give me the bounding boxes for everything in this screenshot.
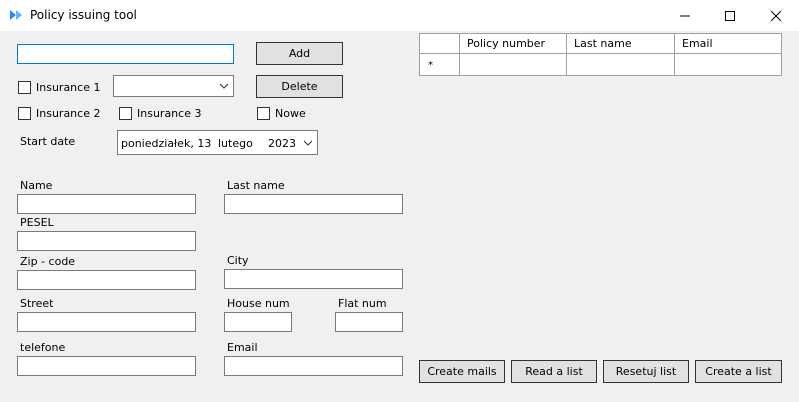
name-label: Name [20, 179, 53, 192]
date-month-text: lutego [218, 137, 253, 150]
column-header-last-name[interactable]: Last name [567, 34, 675, 54]
grid-cell[interactable] [675, 54, 781, 75]
insurance1-label: Insurance 1 [36, 81, 101, 94]
city-label: City [227, 254, 249, 267]
date-day-text: poniedziałek, 13 [121, 137, 212, 150]
last-name-input[interactable] [224, 194, 403, 214]
pesel-label: PESEL [20, 216, 54, 229]
window-title: Policy issuing tool [30, 8, 137, 22]
flat-num-label: Flat num [338, 297, 387, 310]
zip-input[interactable] [17, 270, 196, 290]
maximize-button[interactable] [707, 0, 753, 31]
flat-num-input[interactable] [335, 312, 403, 332]
minimize-icon [680, 15, 690, 16]
new-row-marker: * [420, 54, 460, 75]
reset-list-button[interactable]: Resetuj list [603, 360, 689, 383]
telefone-input[interactable] [17, 356, 196, 376]
city-input[interactable] [224, 269, 403, 289]
insurance2-label: Insurance 2 [36, 107, 101, 120]
street-input[interactable] [17, 312, 196, 332]
insurance3-checkbox[interactable] [119, 107, 132, 120]
insurance1-checkbox[interactable] [18, 81, 31, 94]
house-num-input[interactable] [224, 312, 292, 332]
app-icon [10, 10, 22, 20]
maximize-icon [725, 10, 735, 21]
column-header-email[interactable]: Email [675, 34, 781, 54]
chevron-down-icon [219, 83, 229, 89]
grid-cell[interactable] [460, 54, 567, 75]
close-button[interactable] [753, 0, 799, 31]
telefone-label: telefone [20, 341, 66, 354]
row-header-corner [420, 34, 460, 54]
insurance3-label: Insurance 3 [137, 107, 202, 120]
zip-label: Zip - code [20, 255, 76, 268]
name-input[interactable] [17, 194, 196, 214]
add-button[interactable]: Add [256, 42, 343, 65]
last-name-label: Last name [227, 179, 285, 192]
pesel-input[interactable] [17, 231, 196, 251]
house-num-label: House num [227, 297, 290, 310]
close-icon [770, 10, 782, 21]
start-date-label: Start date [20, 135, 76, 148]
policy-input[interactable] [17, 44, 234, 64]
chevron-down-icon [303, 140, 313, 146]
minimize-button[interactable] [662, 0, 708, 31]
grid-cell[interactable] [567, 54, 675, 75]
start-date-picker[interactable]: poniedziałek, 13 lutego 2023 [117, 130, 318, 155]
email-input[interactable] [224, 356, 403, 376]
insurance2-checkbox[interactable] [18, 107, 31, 120]
create-list-button[interactable]: Create a list [695, 360, 782, 383]
policy-grid[interactable]: Policy number Last name Email * [419, 33, 782, 76]
date-year-text: 2023 [268, 137, 296, 150]
title-bar: Policy issuing tool [0, 0, 799, 31]
nowe-label: Nowe [275, 107, 306, 120]
nowe-checkbox[interactable] [257, 107, 270, 120]
create-mails-button[interactable]: Create mails [419, 360, 505, 383]
street-label: Street [20, 297, 54, 310]
insurance1-select[interactable] [113, 75, 234, 97]
delete-button[interactable]: Delete [256, 75, 343, 98]
column-header-policy-number[interactable]: Policy number [460, 34, 567, 54]
read-list-button[interactable]: Read a list [511, 360, 597, 383]
email-label: Email [227, 341, 258, 354]
